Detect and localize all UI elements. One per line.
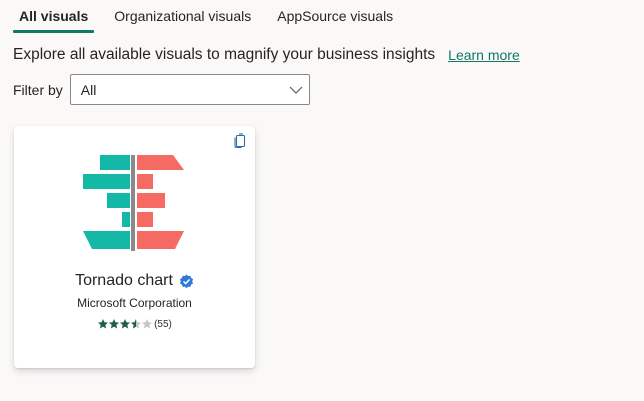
visual-card[interactable]: Tornado chart Microsoft Corporation (55)	[14, 126, 255, 368]
tornado-chart-icon	[83, 155, 184, 251]
learn-more-link[interactable]: Learn more	[448, 47, 520, 63]
filter-dropdown[interactable]: All	[69, 74, 310, 105]
description-text: Explore all available visuals to magnify…	[13, 46, 436, 63]
tab-bar: All visuals Organizational visuals AppSo…	[11, 0, 401, 33]
star-rating	[97, 318, 153, 330]
filter-row: Filter by All	[13, 73, 310, 106]
visual-publisher: Microsoft Corporation	[77, 296, 192, 310]
visual-title-row: Tornado chart	[14, 272, 255, 290]
rating-count: (55)	[154, 318, 172, 330]
rating-row: (55)	[14, 318, 255, 330]
description-row: Explore all available visuals to magnify…	[13, 46, 520, 64]
chevron-down-icon	[289, 86, 303, 94]
filter-selected-value: All	[80, 82, 97, 98]
tab-appsource-visuals[interactable]: AppSource visuals	[269, 0, 401, 33]
tab-organizational-visuals[interactable]: Organizational visuals	[106, 0, 259, 33]
tab-all-visuals[interactable]: All visuals	[11, 0, 96, 33]
copy-icon[interactable]	[233, 133, 247, 149]
filter-label: Filter by	[13, 81, 63, 98]
empty-star-icon	[142, 319, 153, 329]
visual-title: Tornado chart	[75, 272, 173, 289]
verified-badge-icon	[179, 273, 193, 288]
